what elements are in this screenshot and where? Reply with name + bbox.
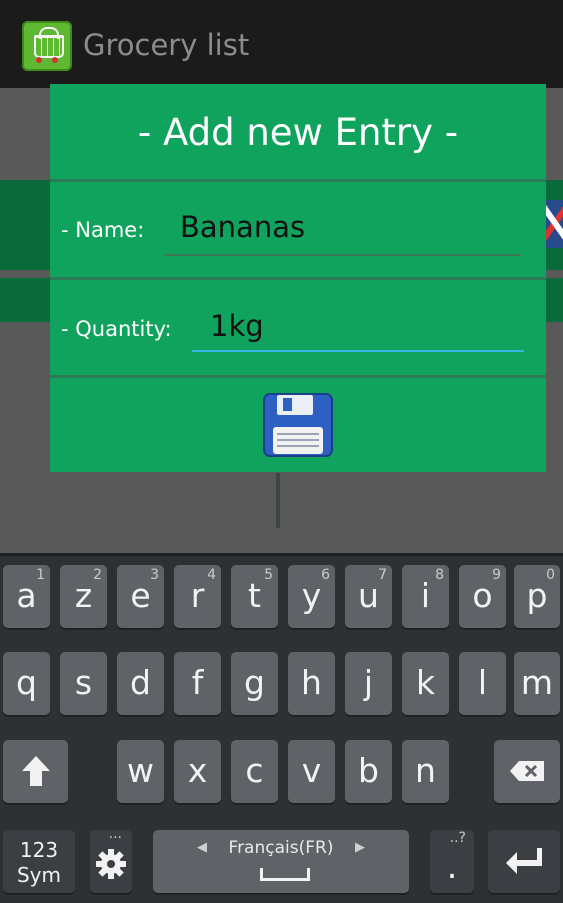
key-j[interactable]: j — [345, 652, 392, 715]
divider — [50, 375, 546, 378]
dialog-title: - Add new Entry - — [137, 111, 459, 154]
key-l[interactable]: l — [459, 652, 506, 715]
name-field[interactable]: Bananas — [180, 210, 305, 244]
language-label: Français(FR) — [228, 838, 334, 858]
divider — [50, 277, 546, 280]
key-n[interactable]: n — [402, 740, 449, 803]
period-key[interactable]: ..? . — [430, 830, 474, 893]
floppy-disk-icon[interactable] — [263, 393, 333, 457]
quantity-field-underline — [192, 350, 524, 352]
app-title: Grocery list — [83, 28, 250, 62]
key-x[interactable]: x — [174, 740, 221, 803]
key-y[interactable]: 6y — [288, 565, 335, 628]
mode-key[interactable]: 123 Sym — [3, 830, 75, 893]
key-g[interactable]: g — [231, 652, 278, 715]
key-r[interactable]: 4r — [174, 565, 221, 628]
quantity-field[interactable]: 1kg — [210, 309, 264, 343]
backspace-key[interactable] — [494, 740, 560, 803]
quantity-label: - Quantity: — [61, 317, 172, 341]
key-b[interactable]: b — [345, 740, 392, 803]
name-label: - Name: — [61, 218, 145, 242]
space-icon — [260, 868, 310, 881]
shift-arrow-icon — [22, 756, 50, 786]
enter-key[interactable] — [488, 830, 560, 893]
key-d[interactable]: d — [117, 652, 164, 715]
key-a[interactable]: 1a — [3, 565, 50, 628]
spacebar-key[interactable]: ◀ Français(FR) ▶ — [153, 830, 409, 893]
key-t[interactable]: 5t — [231, 565, 278, 628]
key-p[interactable]: 0p — [514, 565, 560, 628]
key-w[interactable]: w — [117, 740, 164, 803]
key-q[interactable]: q — [3, 652, 50, 715]
key-k[interactable]: k — [402, 652, 449, 715]
key-s[interactable]: s — [60, 652, 107, 715]
key-m[interactable]: m — [514, 652, 560, 715]
settings-key[interactable]: ... — [90, 826, 132, 893]
enter-icon — [506, 848, 542, 874]
uk-flag-icon — [545, 200, 563, 248]
shopping-basket-icon[interactable] — [22, 21, 72, 71]
key-i[interactable]: 8i — [402, 565, 449, 628]
key-v[interactable]: v — [288, 740, 335, 803]
key-c[interactable]: c — [231, 740, 278, 803]
gear-icon — [96, 849, 126, 879]
key-o[interactable]: 9o — [459, 565, 506, 628]
shift-key[interactable] — [3, 740, 68, 803]
key-h[interactable]: h — [288, 652, 335, 715]
add-entry-dialog: - Add new Entry - - Name: Bananas - Quan… — [50, 84, 546, 472]
key-f[interactable]: f — [174, 652, 221, 715]
mode-key-label-top: 123 — [19, 838, 59, 862]
key-e[interactable]: 3e — [117, 565, 164, 628]
key-u[interactable]: 7u — [345, 565, 392, 628]
name-field-underline — [164, 254, 521, 256]
mode-key-label-bottom: Sym — [16, 863, 61, 887]
action-bar: Grocery list — [0, 0, 563, 88]
backspace-icon — [510, 761, 544, 781]
divider — [50, 179, 546, 182]
soft-keyboard: 1a 2z 3e 4r 5t 6y 7u 8i 9o 0p q s d f g … — [0, 553, 563, 903]
key-z[interactable]: 2z — [60, 565, 107, 628]
